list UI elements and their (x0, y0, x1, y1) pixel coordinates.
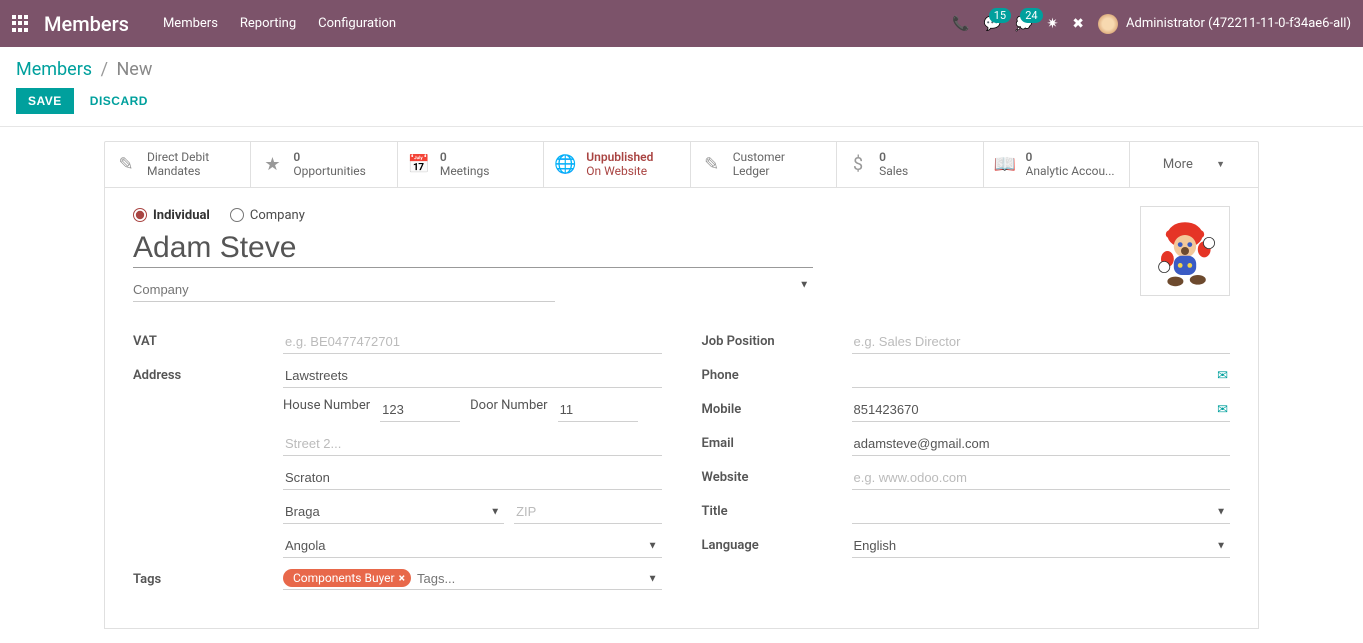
stat-analytic[interactable]: 📖 0Analytic Accou... (984, 142, 1130, 187)
company-select[interactable] (133, 278, 555, 302)
tag-remove-icon[interactable]: × (399, 571, 405, 585)
conversations-icon[interactable]: 💭24 (1015, 16, 1032, 32)
sms-icon[interactable]: ✉ (1217, 402, 1228, 417)
name-input[interactable] (133, 229, 813, 268)
tags-input[interactable] (417, 571, 662, 586)
top-menu: Members Reporting Configuration (163, 16, 396, 31)
door-number-input[interactable] (558, 398, 638, 422)
user-name: Administrator (472211-11-0-f34ae6-all) (1126, 16, 1351, 31)
bug-icon[interactable]: ✷ (1047, 16, 1059, 32)
job-label: Job Position (702, 334, 852, 349)
breadcrumb: Members / New (0, 47, 1363, 84)
star-icon: ★ (261, 154, 283, 175)
chevron-down-icon: ▼ (1216, 159, 1225, 170)
save-button[interactable]: SAVE (16, 88, 74, 114)
chevron-down-icon: ▼ (1216, 506, 1226, 517)
tools-icon[interactable]: ✖ (1072, 16, 1084, 32)
menu-reporting[interactable]: Reporting (240, 16, 296, 31)
zip-input[interactable] (514, 500, 661, 524)
mobile-input[interactable] (852, 398, 1231, 422)
website-input[interactable] (852, 466, 1231, 490)
radio-company[interactable]: Company (230, 208, 305, 223)
edit-icon: ✎ (115, 154, 137, 175)
email-input[interactable] (852, 432, 1231, 456)
chevron-down-icon: ▼ (648, 540, 658, 551)
phone-icon[interactable]: 📞 (952, 16, 969, 32)
language-select[interactable] (852, 534, 1231, 558)
title-label: Title (702, 504, 852, 519)
avatar-image[interactable] (1140, 206, 1230, 296)
state-select[interactable] (283, 500, 504, 524)
stat-website-publish[interactable]: 🌐 UnpublishedOn Website (544, 142, 690, 187)
menu-members[interactable]: Members (163, 16, 218, 31)
breadcrumb-root[interactable]: Members (16, 59, 92, 80)
house-number-input[interactable] (380, 398, 460, 422)
language-label: Language (702, 538, 852, 553)
chevron-down-icon: ▼ (648, 574, 658, 585)
left-column: VAT Address House Number Door Number (133, 328, 662, 600)
job-input[interactable] (852, 330, 1231, 354)
conversations-badge: 24 (1020, 8, 1042, 23)
dollar-icon: $ (847, 154, 869, 175)
mobile-label: Mobile (702, 402, 852, 417)
stat-direct-debit[interactable]: ✎ Direct DebitMandates (105, 142, 251, 187)
book-icon: 📖 (994, 154, 1016, 175)
stat-sales[interactable]: $ 0Sales (837, 142, 983, 187)
tags-label: Tags (133, 572, 283, 587)
country-select[interactable] (283, 534, 662, 558)
edit-icon: ✎ (701, 154, 723, 175)
stat-opportunities[interactable]: ★ 0Opportunities (251, 142, 397, 187)
street2-input[interactable] (283, 432, 662, 456)
avatar-icon (1098, 14, 1118, 34)
stat-meetings[interactable]: 📅 0Meetings (398, 142, 544, 187)
phone-input[interactable] (852, 364, 1231, 388)
calendar-icon: 📅 (408, 154, 430, 175)
topbar: Members Members Reporting Configuration … (0, 0, 1363, 47)
globe-icon: 🌐 (554, 154, 576, 175)
messages-icon[interactable]: 💬15 (984, 16, 1001, 32)
menu-configuration[interactable]: Configuration (318, 16, 396, 31)
city-input[interactable] (283, 466, 662, 490)
chevron-down-icon: ▼ (799, 279, 809, 290)
brand: Members (44, 12, 129, 36)
sms-icon[interactable]: ✉ (1217, 368, 1228, 383)
chevron-down-icon: ▼ (490, 506, 500, 517)
discard-button[interactable]: DISCARD (90, 94, 148, 108)
stat-row: ✎ Direct DebitMandates ★ 0Opportunities … (104, 141, 1259, 187)
action-row: SAVE DISCARD (0, 84, 1363, 127)
vat-input[interactable] (283, 330, 662, 354)
chevron-down-icon: ▼ (1216, 540, 1226, 551)
company-type-radios: Individual Company (133, 208, 1230, 223)
user-menu[interactable]: Administrator (472211-11-0-f34ae6-all) (1098, 14, 1351, 34)
form-sheet: Individual Company ▼ VAT Address (104, 187, 1259, 629)
website-label: Website (702, 470, 852, 485)
more-button[interactable]: More ▼ (1130, 142, 1258, 187)
phone-label: Phone (702, 368, 852, 383)
email-label: Email (702, 436, 852, 451)
vat-label: VAT (133, 334, 283, 349)
street-input[interactable] (283, 364, 662, 388)
right-column: Job Position Phone ✉ Mobile ✉ Email Websit… (702, 328, 1231, 600)
radio-individual[interactable]: Individual (133, 208, 210, 223)
messages-badge: 15 (989, 8, 1011, 23)
title-select[interactable] (852, 500, 1231, 524)
breadcrumb-current: New (116, 59, 152, 80)
apps-icon[interactable] (12, 15, 30, 33)
address-label: Address (133, 368, 283, 383)
stat-customer-ledger[interactable]: ✎ CustomerLedger (691, 142, 837, 187)
